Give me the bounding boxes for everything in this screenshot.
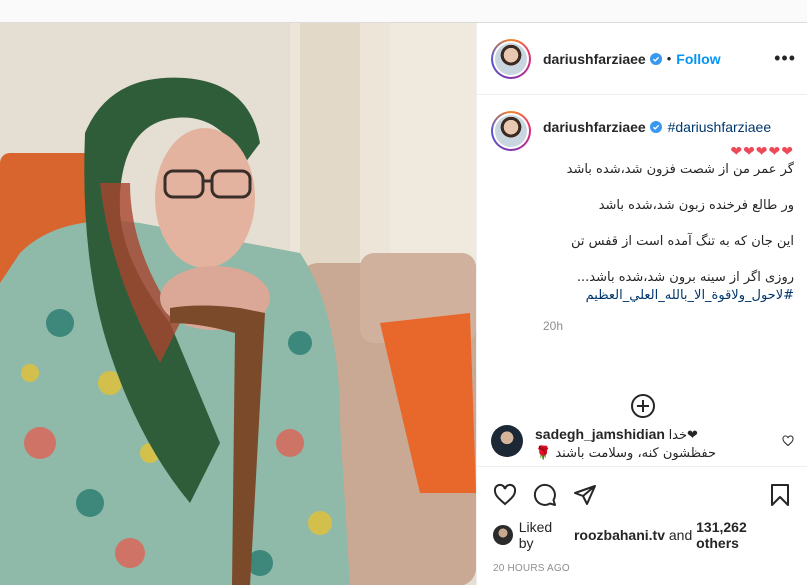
post-photo-illustration [0, 23, 476, 585]
heart-icon[interactable] [493, 483, 517, 507]
bookmark-icon[interactable] [768, 483, 792, 507]
commenter-avatar[interactable] [491, 425, 523, 457]
post-side-panel: dariushfarziaee • Follow ••• dariushfarz… [476, 23, 807, 585]
caption-line: این جان که به تنگ آمده است از قفس تن [570, 234, 794, 249]
caption-body: dariushfarziaee #dariushfarziaee ❤❤❤❤❤ گ… [543, 111, 794, 333]
likes-and: and [668, 527, 693, 543]
author-avatar[interactable] [491, 38, 531, 79]
post-photo[interactable] [0, 23, 476, 585]
caption: dariushfarziaee #dariushfarziaee ❤❤❤❤❤ گ… [491, 111, 794, 333]
more-options-icon[interactable]: ••• [774, 49, 796, 67]
caption-text: ❤❤❤❤❤ گر عمر من از شصت فزون شد،شده باشد … [543, 143, 794, 305]
comment-text-line2: حفظشون کنه، وسلامت باشند 🌹 [535, 446, 717, 461]
post-container: dariushfarziaee • Follow ••• dariushfarz… [0, 22, 807, 585]
comment-icon[interactable] [533, 483, 557, 507]
liker-username[interactable]: roozbahani.tv [574, 527, 665, 543]
post-header: dariushfarziaee • Follow ••• [477, 23, 807, 95]
commenter-username[interactable]: sadegh_jamshidian [535, 426, 665, 442]
caption-avatar[interactable] [491, 111, 531, 151]
caption-tag[interactable]: #لاحول_ولاقوة_الا_بالله_العلي_العظيم [543, 287, 794, 305]
verified-badge-icon [649, 52, 662, 65]
caption-username[interactable]: dariushfarziaee [543, 119, 646, 135]
likes-prefix: Liked by [518, 519, 553, 551]
caption-hashtag[interactable]: #dariushfarziaee [668, 119, 772, 135]
separator-dot: • [666, 51, 672, 66]
plus-circle-icon[interactable] [631, 394, 655, 418]
likes-summary: Liked by roozbahani.tv and 131,262 other… [493, 519, 792, 551]
follow-button[interactable]: Follow [676, 51, 720, 67]
caption-line: ور طالع فرخنده زبون شد،شده باشد [598, 198, 794, 213]
post-timestamp[interactable]: 20 HOURS AGO [493, 563, 792, 574]
comments-section: dariushfarziaee #dariushfarziaee ❤❤❤❤❤ گ… [477, 95, 807, 466]
likes-count[interactable]: 131,262 others [696, 519, 792, 551]
caption-time: 20h [543, 319, 564, 333]
share-icon[interactable] [573, 483, 597, 507]
caption-line: گر عمر من از شصت فزون شد،شده باشد [566, 162, 794, 177]
liker-avatar[interactable] [493, 525, 513, 545]
comment-item: sadegh_jamshidian خدا❤ حفظشون کنه، وسلام… [491, 425, 794, 463]
hearts-emoji: ❤❤❤❤❤ [730, 144, 794, 160]
comment-like-heart-icon[interactable] [782, 435, 794, 447]
post-actions: Liked by roozbahani.tv and 131,262 other… [477, 466, 807, 585]
author-username[interactable]: dariushfarziaee [543, 51, 646, 67]
caption-line: روزی اگر از سینه برون شد،شده باشد... [576, 270, 794, 285]
comment-body: sadegh_jamshidian خدا❤ حفظشون کنه، وسلام… [535, 425, 775, 463]
verified-badge-icon [649, 121, 662, 133]
comment-text: خدا❤ [668, 428, 698, 443]
